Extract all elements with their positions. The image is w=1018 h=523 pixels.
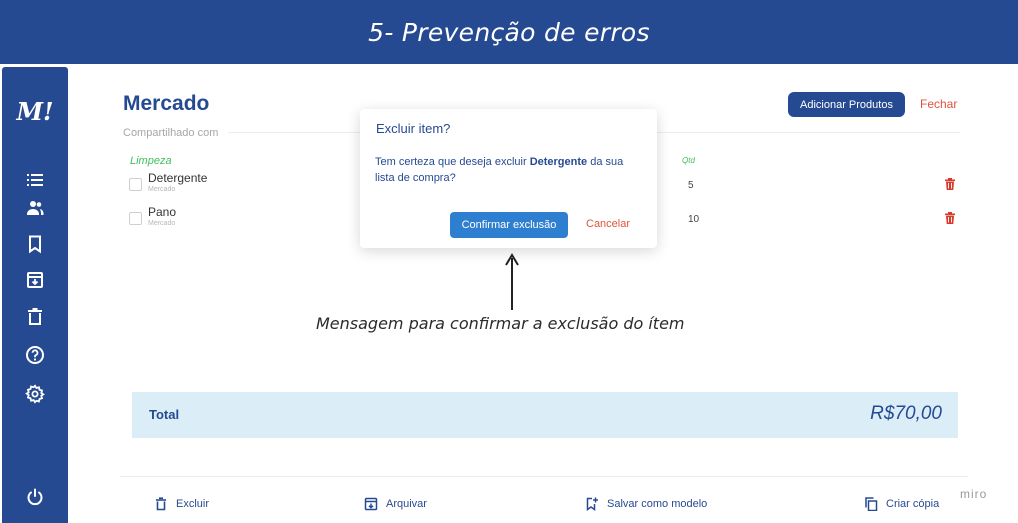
add-products-button[interactable]: Adicionar Produtos (788, 92, 905, 117)
list-title: Mercado (123, 92, 210, 115)
delete-list-label: Excluir (176, 498, 210, 510)
delete-item-icon[interactable] (944, 178, 956, 190)
banner-title: 5- Prevenção de erros (368, 17, 650, 47)
archive-label: Arquivar (386, 498, 427, 510)
annotation-caption: Mensagem para confirmar a exclusão do ít… (316, 314, 685, 333)
archive-icon (364, 497, 378, 511)
archive-button[interactable]: Arquivar (364, 497, 427, 511)
quantity-header: Qtd (682, 156, 695, 165)
settings-icon[interactable] (23, 382, 47, 406)
app-logo: M! (16, 97, 54, 126)
cancel-button[interactable]: Cancelar (586, 218, 630, 230)
power-icon[interactable] (23, 485, 47, 509)
dialog-title: Excluir item? (376, 121, 451, 136)
delete-item-icon[interactable] (944, 212, 956, 224)
miro-watermark: miro (960, 487, 988, 501)
trash-icon (156, 497, 166, 511)
category-label: Limpeza (130, 155, 172, 167)
dialog-item-name: Detergente (529, 156, 588, 168)
sidebar: M! (2, 67, 68, 523)
item-quantity[interactable]: 5 (688, 180, 694, 191)
total-value: R$70,00 (870, 403, 942, 424)
item-name: Pano (148, 205, 177, 219)
item-name: Detergente (148, 171, 208, 185)
item-quantity[interactable]: 10 (688, 214, 699, 225)
copy-icon (865, 497, 878, 511)
item-checkbox[interactable] (129, 178, 142, 191)
item-checkbox[interactable] (129, 212, 142, 225)
annotation-arrow-icon (505, 253, 519, 310)
bookmark-icon[interactable] (23, 232, 47, 256)
footer-divider (120, 476, 968, 477)
create-copy-label: Criar cópia (886, 498, 940, 510)
close-button[interactable]: Fechar (920, 97, 957, 111)
delete-list-button[interactable]: Excluir (154, 497, 209, 511)
bookmark-add-icon (586, 497, 598, 511)
save-as-template-label: Salvar como modelo (607, 498, 708, 510)
header-banner: 5- Prevenção de erros (0, 0, 1018, 64)
archive-icon[interactable] (23, 268, 47, 292)
total-label: Total (149, 407, 180, 422)
item-store: Mercado (148, 220, 176, 227)
shared-with-label: Compartilhado com (123, 127, 219, 139)
create-copy-button[interactable]: Criar cópia (864, 497, 939, 511)
confirm-delete-dialog: Excluir item? Tem certeza que deseja exc… (360, 109, 657, 248)
total-bar: Total R$70,00 (132, 392, 958, 438)
help-icon[interactable] (23, 343, 47, 367)
dialog-message: Tem certeza que deseja excluir Detergent… (375, 156, 624, 184)
save-as-template-button[interactable]: Salvar como modelo (585, 497, 707, 511)
trash-icon[interactable] (23, 305, 47, 329)
confirm-delete-button[interactable]: Confirmar exclusão (450, 212, 568, 238)
item-store: Mercado (148, 186, 176, 193)
